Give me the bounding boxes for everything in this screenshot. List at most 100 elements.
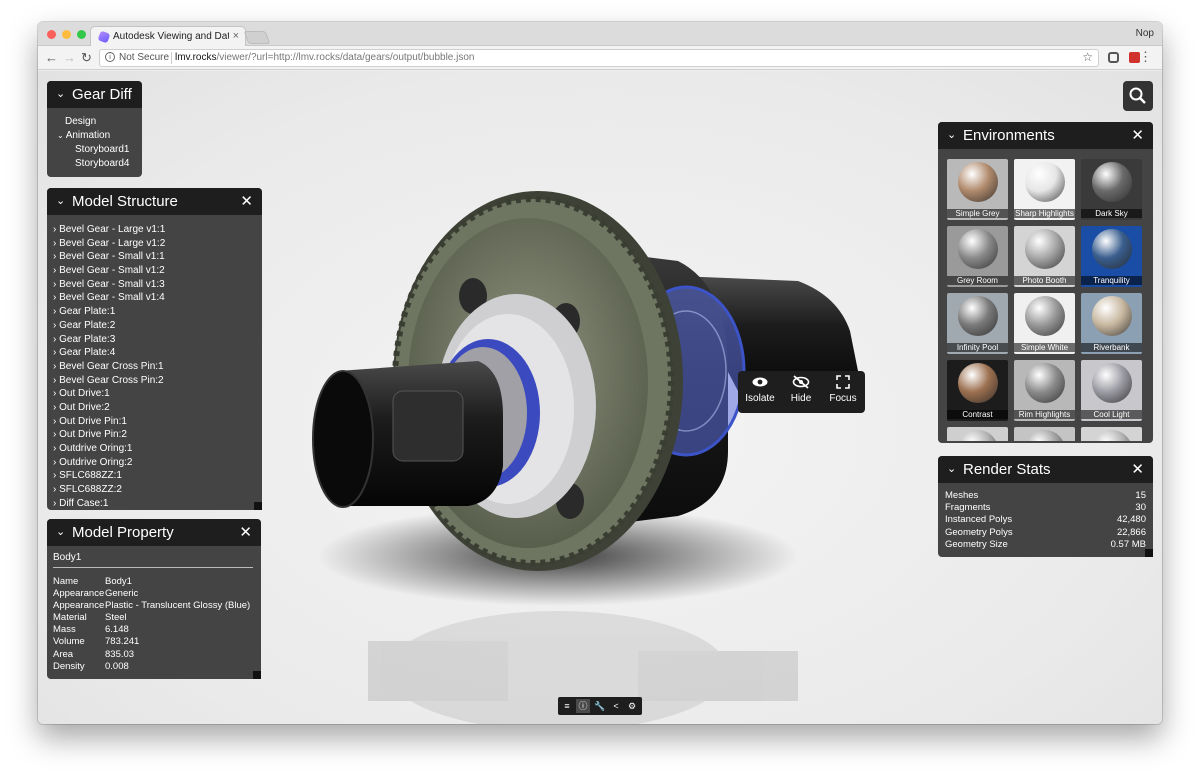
collapse-chevron-icon[interactable]: ⌄ — [56, 525, 65, 538]
tab-bar: Autodesk Viewing and Data API × Nop — [38, 22, 1162, 47]
tree-item-storyboard4[interactable]: Storyboard4 — [47, 157, 129, 171]
expand-chevron-icon[interactable]: ⌄ — [57, 131, 64, 140]
structure-tree-item-label: Bevel Gear Cross Pin:2 — [59, 374, 164, 386]
structure-tree-item-label: Bevel Gear Cross Pin:1 — [59, 360, 164, 372]
property-row: Mass 6.148 — [53, 624, 250, 636]
structure-tree-item[interactable]: › Outdrive Oring:2 — [53, 457, 253, 471]
wrench-icon[interactable]: 🔧 — [593, 699, 607, 713]
structure-tree-item[interactable]: › Diff Case:1 — [53, 498, 253, 506]
structure-tree-item[interactable]: › Bevel Gear Cross Pin:2 — [53, 375, 253, 389]
pocket-extension-icon[interactable] — [1108, 52, 1119, 63]
focus-button[interactable]: Focus — [823, 375, 863, 404]
environment-card[interactable] — [1014, 427, 1075, 441]
environment-card[interactable]: Rim Highlights — [1014, 360, 1075, 421]
environment-card[interactable]: Cool Light — [1081, 360, 1142, 421]
info-icon[interactable]: i — [105, 52, 115, 62]
environment-card[interactable] — [947, 427, 1008, 441]
model-viewer-canvas[interactable]: ⌄ Gear Diff Design ⌄ Animation Storyboard… — [38, 71, 1162, 724]
model-property-header[interactable]: ⌄ Model Property ✕ — [47, 519, 261, 546]
bookmark-star-icon[interactable]: ☆ — [1082, 50, 1093, 64]
structure-tree-item[interactable]: › Out Drive Pin:2 — [53, 429, 253, 443]
new-tab-button[interactable] — [243, 31, 271, 44]
minimize-window-button[interactable] — [62, 30, 71, 39]
structure-tree-item[interactable]: › Gear Plate:2 — [53, 320, 253, 334]
structure-tree-item[interactable]: › Bevel Gear Cross Pin:1 — [53, 361, 253, 375]
model-structure-header[interactable]: ⌄ Model Structure ✕ — [47, 188, 262, 215]
settings-gear-icon[interactable]: ⚙ — [625, 699, 639, 713]
structure-tree-item[interactable]: › Gear Plate:1 — [53, 306, 253, 320]
browser-menu-icon[interactable]: ⋮ — [1139, 49, 1152, 65]
environment-preview-sphere — [1025, 296, 1065, 336]
environment-card[interactable]: Dark Sky — [1081, 159, 1142, 220]
tree-item-design[interactable]: Design — [47, 115, 129, 129]
close-icon[interactable]: ✕ — [1131, 460, 1144, 478]
structure-tree-item[interactable]: › Outdrive Oring:1 — [53, 443, 253, 457]
resize-handle[interactable] — [253, 671, 261, 679]
structure-tree-item[interactable]: › Gear Plate:4 — [53, 347, 253, 361]
environment-preview-sphere — [1025, 430, 1065, 441]
environment-card[interactable]: Photo Booth — [1014, 226, 1075, 287]
close-window-button[interactable] — [47, 30, 56, 39]
properties-icon[interactable]: ⓘ — [576, 699, 590, 713]
collapse-chevron-icon[interactable]: ⌄ — [56, 87, 65, 100]
structure-tree-item[interactable]: › Bevel Gear - Small v1:1 — [53, 251, 253, 265]
close-icon[interactable]: ✕ — [240, 192, 253, 210]
environment-card[interactable] — [1081, 427, 1142, 441]
environment-label: Sharp Highlights — [1014, 209, 1075, 218]
model-browser-icon[interactable]: ≡ — [560, 699, 574, 713]
environment-label: Riverbank — [1081, 343, 1142, 352]
reload-icon[interactable]: ↻ — [81, 50, 92, 66]
collapse-chevron-icon[interactable]: ⌄ — [947, 128, 956, 141]
search-button[interactable] — [1123, 81, 1153, 111]
url-text[interactable]: lmv.rocks/viewer/?url=http://lmv.rocks/d… — [175, 52, 475, 63]
structure-tree-item-label: Gear Plate:2 — [59, 319, 116, 331]
resize-handle[interactable] — [1145, 549, 1153, 557]
structure-tree-item[interactable]: › Bevel Gear - Large v1:1 — [53, 224, 253, 238]
back-arrow-icon[interactable]: ← — [45, 50, 58, 65]
structure-tree-item[interactable]: › Bevel Gear - Large v1:2 — [53, 238, 253, 252]
tree-item-animation[interactable]: ⌄ Animation — [47, 129, 129, 143]
hide-button[interactable]: Hide — [781, 375, 821, 404]
browser-tab[interactable]: Autodesk Viewing and Data API × — [90, 26, 246, 47]
structure-tree-item-label: Bevel Gear - Small v1:2 — [59, 265, 165, 277]
structure-tree-item[interactable]: › Out Drive:2 — [53, 402, 253, 416]
environment-card[interactable]: Infinity Pool — [947, 293, 1008, 354]
resize-handle[interactable] — [254, 502, 262, 510]
structure-tree-item[interactable]: › Bevel Gear - Small v1:2 — [53, 265, 253, 279]
environment-card[interactable]: Riverbank — [1081, 293, 1142, 354]
environment-card[interactable]: Contrast — [947, 360, 1008, 421]
structure-tree-item[interactable]: › SFLC688ZZ:2 — [53, 484, 253, 498]
eye-icon — [752, 377, 768, 387]
structure-tree-item[interactable]: › Out Drive Pin:1 — [53, 416, 253, 430]
focus-label: Focus — [829, 393, 857, 404]
environment-card[interactable]: Sharp Highlights — [1014, 159, 1075, 220]
structure-tree-item[interactable]: › Bevel Gear - Small v1:3 — [53, 279, 253, 293]
gear-diff-header[interactable]: ⌄ Gear Diff — [47, 81, 142, 108]
structure-tree-item[interactable]: › SFLC688ZZ:1 — [53, 470, 253, 484]
focus-icon — [836, 375, 850, 389]
close-icon[interactable]: ✕ — [239, 523, 252, 541]
structure-tree-item[interactable]: › Out Drive:1 — [53, 388, 253, 402]
tab-close-icon[interactable]: × — [233, 30, 239, 42]
environments-header[interactable]: ⌄ Environments ✕ — [938, 122, 1153, 149]
isolate-button[interactable]: Isolate — [740, 375, 780, 404]
collapse-chevron-icon[interactable]: ⌄ — [947, 462, 956, 475]
zoom-window-button[interactable] — [77, 30, 86, 39]
structure-tree-item[interactable]: › Gear Plate:3 — [53, 334, 253, 348]
environment-label: Simple Grey — [947, 209, 1008, 218]
structure-tree-item[interactable]: › Bevel Gear - Small v1:4 — [53, 292, 253, 306]
close-icon[interactable]: ✕ — [1131, 126, 1144, 144]
gear-diff-title: Gear Diff — [72, 86, 132, 103]
collapse-chevron-icon[interactable]: ⌄ — [56, 194, 65, 207]
address-bar[interactable]: i Not Secure lmv.rocks/viewer/?url=http:… — [99, 49, 1099, 67]
forward-arrow-icon[interactable]: → — [63, 50, 76, 65]
tree-item-storyboard1[interactable]: Storyboard1 — [47, 143, 129, 157]
environment-card[interactable]: Simple Grey — [947, 159, 1008, 220]
profile-name[interactable]: Nop — [1136, 28, 1154, 39]
structure-tree-item-label: Bevel Gear - Small v1:3 — [59, 278, 165, 290]
environment-card[interactable]: Simple White — [1014, 293, 1075, 354]
environment-card[interactable]: Tranquility — [1081, 226, 1142, 287]
share-icon[interactable]: < — [609, 699, 623, 713]
environment-card[interactable]: Grey Room — [947, 226, 1008, 287]
render-stats-header[interactable]: ⌄ Render Stats ✕ — [938, 456, 1153, 483]
